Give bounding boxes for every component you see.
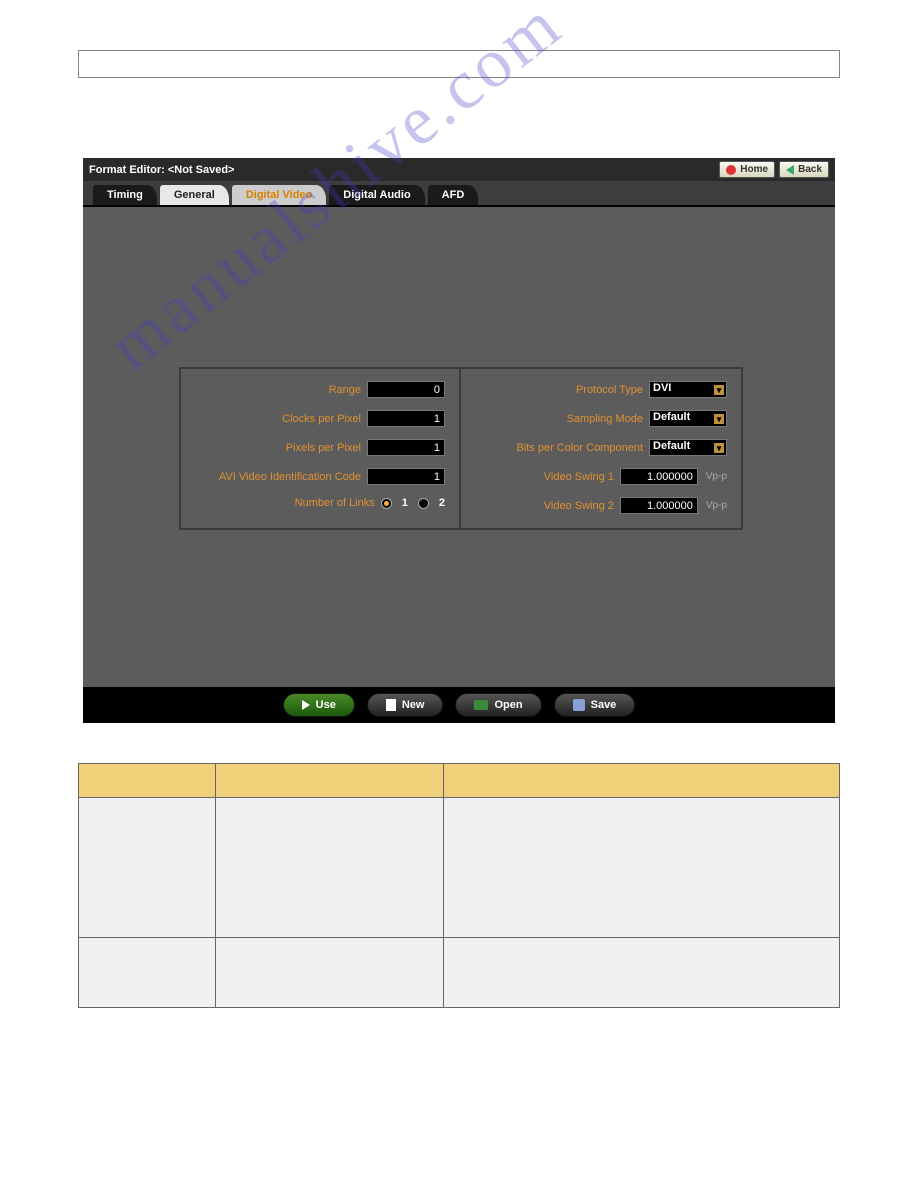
chevron-down-icon: ▾ [714,414,724,424]
use-button[interactable]: Use [283,693,355,717]
avi-code-label: AVI Video Identification Code [219,471,361,483]
protocol-type-row: Protocol Type DVI ▾ [475,381,727,398]
table-cell [79,938,216,1008]
table-cell [215,798,443,938]
video-swing-1-label: Video Swing 1 [544,471,614,483]
format-editor-window: Format Editor: <Not Saved> Home Back Tim… [83,158,835,723]
sampling-mode-row: Sampling Mode Default ▾ [475,410,727,427]
video-swing-2-row: Video Swing 2 Vp-p [475,497,727,514]
tab-content-area: manualshive.com Range Clocks per Pixel P… [83,207,835,687]
video-swing-1-row: Video Swing 1 Vp-p [475,468,727,485]
bits-per-color-value: Default [653,440,690,452]
right-panel: Protocol Type DVI ▾ Sampling Mode Defaul… [461,369,741,528]
new-button[interactable]: New [367,693,444,717]
bits-per-color-row: Bits per Color Component Default ▾ [475,439,727,456]
range-label: Range [329,384,361,396]
protocol-type-label: Protocol Type [576,384,643,396]
pixels-per-pixel-label: Pixels per Pixel [286,442,361,454]
protocol-type-value: DVI [653,382,671,394]
table-header-row [79,764,840,798]
number-of-links-row: Number of Links 1 2 [195,497,445,509]
open-button-label: Open [494,699,522,711]
home-icon [726,165,736,175]
chevron-down-icon: ▾ [714,385,724,395]
back-button-label: Back [798,164,822,175]
table-header-cell [79,764,216,798]
number-of-links-label: Number of Links [295,497,375,509]
clocks-per-pixel-label: Clocks per Pixel [282,413,361,425]
tab-timing[interactable]: Timing [93,185,157,205]
avi-code-input[interactable] [367,468,445,485]
links-radio-1-label: 1 [402,497,408,509]
new-button-label: New [402,699,425,711]
tab-general[interactable]: General [160,185,229,205]
home-button-label: Home [740,164,768,175]
folder-icon [474,700,488,710]
sampling-mode-value: Default [653,411,690,423]
table-header-cell [444,764,840,798]
pixels-per-pixel-input[interactable] [367,439,445,456]
tab-digital-video[interactable]: Digital Video [232,185,326,205]
links-radio-1[interactable] [381,498,392,509]
table-cell [215,938,443,1008]
bits-per-color-label: Bits per Color Component [516,442,643,454]
video-swing-1-unit: Vp-p [706,471,727,482]
tabs-row: Timing General Digital Video Digital Aud… [83,181,835,207]
table-row [79,938,840,1008]
file-icon [386,699,396,711]
page-header-box [78,50,840,78]
back-button[interactable]: Back [779,161,829,178]
settings-panel: Range Clocks per Pixel Pixels per Pixel … [179,367,743,530]
pixels-per-pixel-row: Pixels per Pixel [195,439,445,456]
tab-digital-audio[interactable]: Digital Audio [329,185,424,205]
table-cell [444,798,840,938]
sampling-mode-label: Sampling Mode [567,413,643,425]
video-swing-2-label: Video Swing 2 [544,500,614,512]
open-button[interactable]: Open [455,693,541,717]
number-of-links-radios: 1 2 [381,497,445,509]
table-cell [79,798,216,938]
play-icon [302,700,310,710]
footer-bar: Use New Open Save [83,687,835,723]
back-icon [786,165,794,175]
left-panel: Range Clocks per Pixel Pixels per Pixel … [181,369,461,528]
chevron-down-icon: ▾ [714,443,724,453]
clocks-per-pixel-row: Clocks per Pixel [195,410,445,427]
table-row [79,798,840,938]
titlebar-buttons: Home Back [719,161,829,178]
range-input[interactable] [367,381,445,398]
video-swing-1-input[interactable] [620,468,698,485]
save-button-label: Save [591,699,617,711]
table-header-cell [215,764,443,798]
disk-icon [573,699,585,711]
save-button[interactable]: Save [554,693,636,717]
clocks-per-pixel-input[interactable] [367,410,445,427]
video-swing-2-unit: Vp-p [706,500,727,511]
title-bar: Format Editor: <Not Saved> Home Back [83,158,835,181]
window-title: Format Editor: <Not Saved> [89,164,719,176]
range-row: Range [195,381,445,398]
tab-afd[interactable]: AFD [428,185,479,205]
use-button-label: Use [316,699,336,711]
table-cell [444,938,840,1008]
links-radio-2[interactable] [418,498,429,509]
bits-per-color-select[interactable]: Default ▾ [649,439,727,456]
protocol-type-select[interactable]: DVI ▾ [649,381,727,398]
home-button[interactable]: Home [719,161,775,178]
video-swing-2-input[interactable] [620,497,698,514]
avi-code-row: AVI Video Identification Code [195,468,445,485]
links-radio-2-label: 2 [439,497,445,509]
sampling-mode-select[interactable]: Default ▾ [649,410,727,427]
parameters-table [78,763,840,1008]
